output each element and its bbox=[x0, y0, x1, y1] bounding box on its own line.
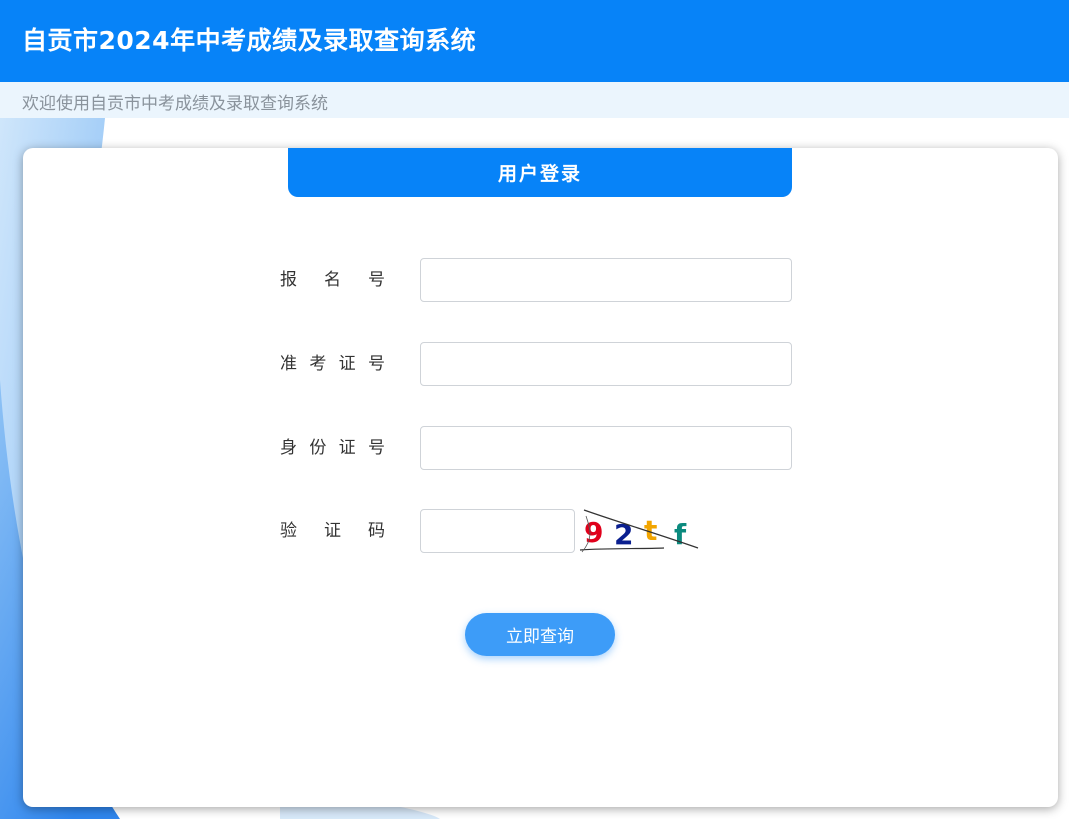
query-button[interactable]: 立即查询 bbox=[465, 613, 615, 656]
id-number-label: 身份证号 bbox=[280, 438, 385, 458]
admission-ticket-input[interactable] bbox=[420, 342, 792, 386]
id-number-input[interactable] bbox=[420, 426, 792, 470]
captcha-input[interactable] bbox=[420, 509, 575, 553]
welcome-text: 欢迎使用自贡市中考成绩及录取查询系统 bbox=[22, 94, 328, 114]
login-card: 用户登录 报名号 准考证号 身份证号 验证码 9 2 t f 立即查询 bbox=[23, 148, 1058, 807]
welcome-bar: 欢迎使用自贡市中考成绩及录取查询系统 bbox=[0, 82, 1069, 118]
captcha-image[interactable]: 9 2 t f bbox=[578, 508, 702, 554]
registration-number-label: 报名号 bbox=[280, 270, 385, 290]
login-title: 用户登录 bbox=[497, 163, 582, 185]
registration-number-input[interactable] bbox=[420, 258, 792, 302]
page-title: 自贡市2024年中考成绩及录取查询系统 bbox=[22, 26, 477, 55]
login-banner: 用户登录 bbox=[288, 148, 792, 197]
admission-ticket-label: 准考证号 bbox=[280, 354, 385, 374]
captcha-char: f bbox=[674, 518, 687, 551]
app-header: 自贡市2024年中考成绩及录取查询系统 bbox=[0, 0, 1069, 82]
captcha-label: 验证码 bbox=[280, 521, 385, 541]
